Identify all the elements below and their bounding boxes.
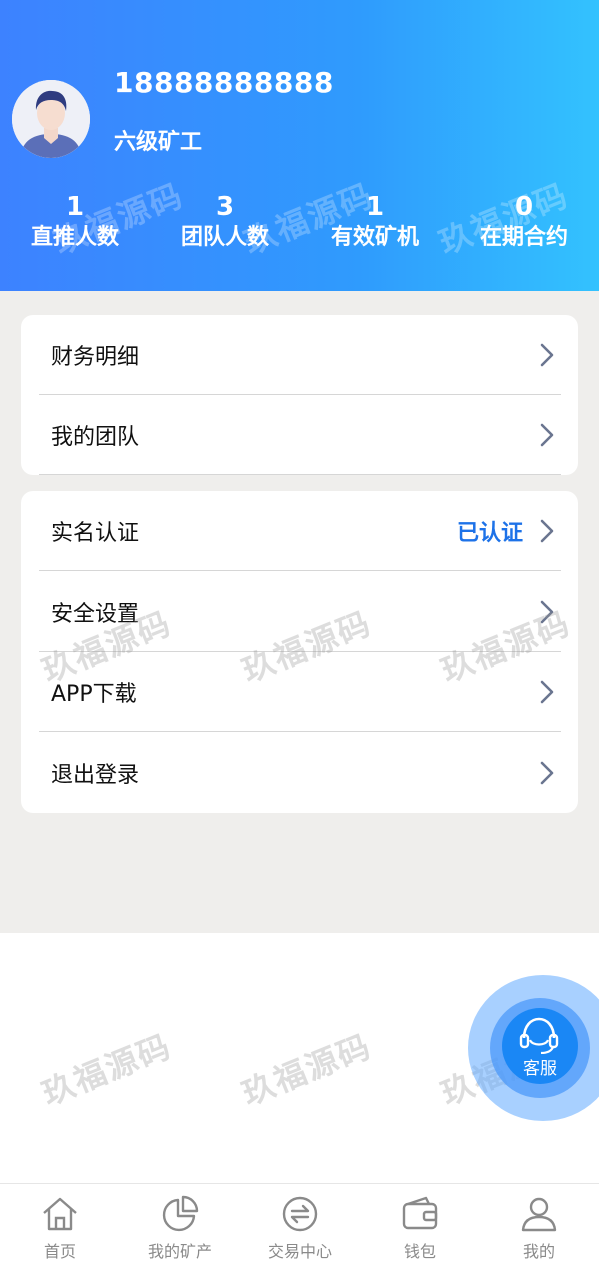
- wallet-icon: [402, 1196, 438, 1230]
- avatar-icon: [12, 80, 90, 158]
- pie-chart-icon: [162, 1195, 199, 1232]
- menu-item-real-name-auth[interactable]: 实名认证 已认证: [39, 491, 561, 571]
- menu-item-label: 退出登录: [51, 763, 140, 788]
- user-icon: [521, 1197, 557, 1232]
- customer-service-label: 客服: [523, 1059, 557, 1079]
- home-icon: [43, 1197, 77, 1231]
- tab-wallet[interactable]: 钱包: [360, 1194, 480, 1262]
- tab-label: 交易中心: [267, 1242, 332, 1261]
- tab-my-mining[interactable]: 我的矿产: [120, 1194, 240, 1262]
- chevron-right-icon: [540, 343, 554, 366]
- user-level: 六级矿工: [114, 130, 203, 155]
- menu-item-my-team[interactable]: 我的团队: [39, 395, 561, 475]
- tab-label: 首页: [43, 1242, 76, 1261]
- menu-item-logout[interactable]: 退出登录: [39, 733, 561, 813]
- menu-item-label: 实名认证: [51, 520, 140, 546]
- chevron-right-icon: [540, 761, 554, 785]
- tab-mine[interactable]: 我的: [479, 1194, 599, 1262]
- chevron-right-icon: [540, 519, 554, 542]
- bottom-tab-bar: 首页 我的矿产 交易中心 钱包 我的: [0, 1183, 599, 1269]
- chevron-right-icon: [540, 423, 554, 446]
- menu-item-label: 财务明细: [51, 344, 140, 370]
- headset-icon: [519, 1017, 559, 1054]
- tab-label: 钱包: [403, 1242, 436, 1261]
- tab-home[interactable]: 首页: [0, 1194, 120, 1262]
- tab-label: 我的: [522, 1242, 555, 1261]
- menu-card-finance: 财务明细 我的团队: [21, 315, 578, 475]
- auth-status: 已认证: [456, 520, 523, 546]
- user-phone: 18888888888: [114, 66, 334, 99]
- avatar[interactable]: [12, 80, 90, 158]
- tab-trading-center[interactable]: 交易中心: [240, 1194, 360, 1262]
- exchange-icon: [282, 1196, 318, 1232]
- tab-label: 我的矿产: [147, 1242, 212, 1261]
- chevron-right-icon: [540, 680, 554, 703]
- menu-item-finance-details[interactable]: 财务明细: [39, 315, 561, 395]
- menu-item-label: 我的团队: [51, 424, 140, 450]
